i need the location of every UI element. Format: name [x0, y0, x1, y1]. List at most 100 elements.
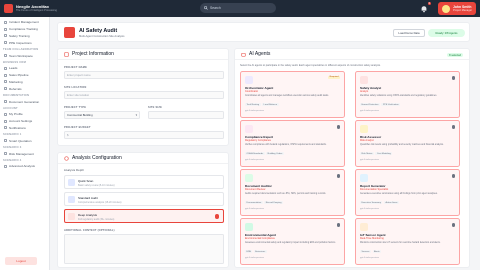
sidebar-item-marketing[interactable]: Marketing	[0, 79, 49, 86]
gear-icon[interactable]	[451, 174, 455, 178]
agent-tags: Executive Summary Action Items	[360, 201, 399, 204]
agent-card[interactable]: Report Generator Documentation Specialist…	[355, 169, 460, 216]
additional-context-textarea[interactable]	[64, 234, 224, 264]
sidebar-item-incident-management[interactable]: Incident Management	[0, 19, 49, 26]
sidebar-item-label: Account Settings	[9, 119, 33, 124]
analysis-config-panel: Analysis Configuration Analysis Depth Qu…	[57, 152, 229, 268]
sidebar-item-label: Sales Pipeline	[9, 73, 29, 78]
gear-icon[interactable]	[451, 223, 455, 227]
load-demo-label: Load Demo Data	[398, 31, 420, 35]
referral-icon	[4, 87, 7, 91]
agent-card[interactable]: IoT Sensor Agent Real-Time Monitoring Moni…	[355, 218, 460, 265]
agent-tag: OSHA Standards	[245, 152, 265, 155]
depth-option-quick-scan[interactable]: Quick Scan Basic safety review (5-10 min…	[64, 175, 224, 189]
agent-model: gpt-4-turbo-preview	[245, 159, 264, 161]
agent-model: gpt-4-turbo-preview	[360, 159, 379, 161]
agent-tag: Record Keeping	[264, 201, 283, 204]
brand[interactable]: Nexgile AxonMax The Future of Intelligen…	[0, 4, 70, 13]
agent-icon	[360, 174, 368, 182]
sidebar-item-my-profile[interactable]: My Profile	[0, 111, 49, 118]
helmet-icon	[4, 41, 7, 45]
sidebar-item-referrals[interactable]: Referrals	[0, 85, 49, 92]
sidebar-item-label: Compliance Tracking	[9, 27, 38, 32]
user-menu[interactable]: John Smith Project Manager	[437, 2, 476, 15]
sidebar-item-account-settings[interactable]: Account Settings	[0, 118, 49, 125]
depth-option-standard-audit[interactable]: Standard Audit Comprehensive analysis (1…	[64, 192, 224, 206]
gear-icon[interactable]	[451, 125, 455, 129]
agent-tags: Documentation Record Keeping	[245, 201, 283, 204]
sidebar-item-compliance-tracking[interactable]: Compliance Tracking	[0, 26, 49, 33]
agent-icon	[360, 223, 368, 231]
search-icon	[204, 6, 208, 10]
agent-card[interactable]: Compliance Expert Regulatory Compliance Ve…	[240, 120, 345, 167]
logout-label: Logout	[16, 259, 26, 263]
agent-count-badge: 8 selected	[447, 53, 463, 58]
panel-title: AI Agents	[249, 51, 271, 57]
agent-description: Assesses environmental safety and regula…	[245, 242, 336, 244]
gear-icon[interactable]	[336, 174, 340, 178]
sidebar-item-sales-pipeline[interactable]: Sales Pipeline	[0, 72, 49, 79]
agent-card[interactable]: Environmental Agent Environmental Complia…	[240, 218, 345, 265]
option-desc: Basic safety review (5-10 minutes)	[78, 183, 115, 187]
sidebar-item-team-workspace[interactable]: Team Workspace	[0, 52, 49, 59]
project-budget-label: PROJECT BUDGET	[64, 126, 91, 129]
agent-card[interactable]: Document Auditor Document Review Audits re…	[240, 169, 345, 216]
required-badge: Required	[328, 76, 340, 79]
option-name: Deep Analysis	[78, 213, 98, 217]
agent-description: Generates executive summaries using all …	[360, 193, 438, 195]
agents-intro: Select the AI agents to participate in t…	[240, 64, 381, 67]
sidebar-item-label: Referrals	[9, 86, 22, 91]
sidebar-item-notifications[interactable]: Notifications	[0, 125, 49, 132]
agent-icon	[245, 76, 253, 84]
chevron-down-icon: ▾	[135, 113, 137, 117]
notification-count: 3	[427, 1, 431, 5]
sidebar-item-document-generation[interactable]: Document Generation	[0, 98, 49, 105]
agent-card[interactable]: Risk Assessor Risk Analyst Quantifies risk…	[355, 120, 460, 167]
user-icon	[4, 112, 7, 116]
sidebar-item-smart-quotation[interactable]: Smart Quotation	[0, 137, 49, 144]
project-type-select[interactable]: Commercial Building ▾	[64, 111, 140, 119]
project-budget-placeholder: $	[67, 133, 69, 137]
sidebar-item-label: Safety Training	[9, 33, 30, 38]
gear-icon	[4, 119, 7, 123]
bell-icon	[4, 126, 7, 130]
risk-icon	[4, 152, 7, 156]
option-name: Standard Audit	[78, 196, 98, 200]
agent-tag: Emissions	[253, 250, 267, 253]
sidebar-item-advanced-analysis[interactable]: Advanced Analysis	[0, 163, 49, 170]
agent-description: Identifies safety violations using OSHA …	[360, 95, 437, 97]
status-badge-label: Ready: 0/8 Agents	[435, 31, 458, 35]
gear-icon[interactable]	[451, 76, 455, 80]
depth-option-deep-analysis[interactable]: Deep Analysis Full regulatory audit (30+…	[64, 209, 224, 223]
search-bar[interactable]	[200, 3, 276, 13]
sidebar-item-ppe-inspections[interactable]: PPE Inspections	[0, 39, 49, 46]
sidebar-item-leads[interactable]: Leads	[0, 65, 49, 72]
pipeline-icon	[4, 73, 7, 77]
sidebar-item-risk-management[interactable]: Risk Management	[0, 150, 49, 157]
notifications-button[interactable]: 3	[420, 1, 431, 13]
site-location-input[interactable]: Enter site location	[64, 91, 224, 99]
agent-icon	[360, 76, 368, 84]
site-location-label: SITE LOCATION	[64, 86, 87, 89]
agent-card[interactable]: Safety Analyst Analyst Identifies safety v…	[355, 71, 460, 118]
project-info-panel: Project Information PROJECT NAME Enter p…	[57, 48, 229, 146]
project-name-input[interactable]: Enter project name	[64, 71, 224, 79]
agent-description: Audits required documentation such as JH…	[245, 193, 327, 195]
agent-icon	[360, 125, 368, 133]
gear-icon[interactable]	[336, 125, 340, 129]
agent-model: gpt-4-turbo-preview	[245, 257, 264, 259]
site-size-input[interactable]	[148, 111, 224, 119]
load-demo-button[interactable]: Load Demo Data	[393, 29, 425, 37]
logout-button[interactable]: Logout	[5, 257, 37, 265]
agent-tags: Task Routing Load Balance	[245, 103, 279, 106]
agent-role: Regulatory Compliance	[245, 139, 271, 142]
agent-tag: Risk Matrix	[360, 152, 374, 155]
gear-icon[interactable]	[336, 223, 340, 227]
leads-icon	[4, 66, 7, 70]
agent-card[interactable]: Orchestrator Agent Coordinator Coordinates…	[240, 71, 345, 118]
project-budget-input[interactable]: $	[64, 131, 224, 139]
megaphone-icon	[4, 80, 7, 84]
sidebar-item-safety-training[interactable]: Safety Training	[0, 33, 49, 40]
agent-model: gpt-4-turbo-preview	[245, 208, 264, 210]
search-input[interactable]	[210, 6, 272, 10]
